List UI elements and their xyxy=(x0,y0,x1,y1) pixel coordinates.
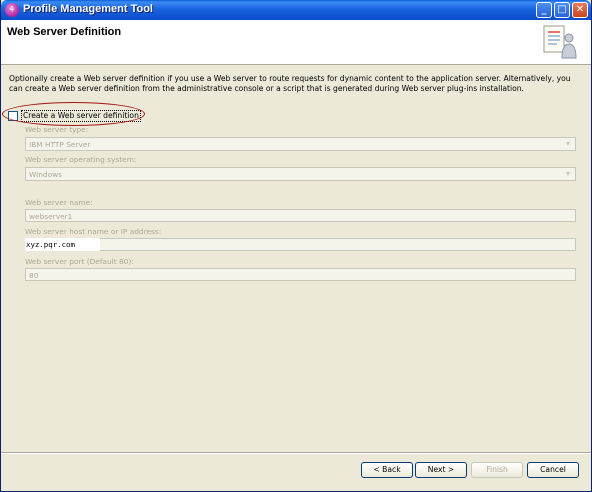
title-bar[interactable]: ⚘ Profile Management Tool _ □ ✕ xyxy=(1,0,591,20)
wizard-window: ⚘ Profile Management Tool _ □ ✕ Web Serv… xyxy=(0,0,592,492)
server-name-field[interactable]: webserver1 xyxy=(25,209,576,222)
minimize-button[interactable]: _ xyxy=(536,2,552,18)
next-button[interactable]: Next > xyxy=(415,462,467,478)
host-label: Web server host name or IP address: xyxy=(25,227,162,236)
cancel-button[interactable]: Cancel xyxy=(527,462,579,478)
chevron-down-icon[interactable]: ▾ xyxy=(562,169,574,179)
chevron-down-icon[interactable]: ▾ xyxy=(562,139,574,149)
maximize-icon: □ xyxy=(557,4,567,15)
close-icon: ✕ xyxy=(575,4,585,15)
server-name-label: Web server name: xyxy=(25,198,93,207)
port-value: 80 xyxy=(29,271,39,280)
minimize-icon: _ xyxy=(541,4,547,15)
port-label: Web server port (Default 80): xyxy=(25,257,134,266)
server-name-value: webserver1 xyxy=(29,212,73,221)
close-button[interactable]: ✕ xyxy=(572,2,588,18)
host-field[interactable] xyxy=(25,238,576,251)
create-web-server-checkbox-row[interactable]: Create a Web server definition xyxy=(8,110,141,122)
os-value: Windows xyxy=(29,170,62,179)
window-title: Profile Management Tool xyxy=(23,3,153,15)
create-web-server-label[interactable]: Create a Web server definition xyxy=(21,110,141,122)
page-title: Web Server Definition xyxy=(7,26,122,38)
os-label: Web server operating system: xyxy=(25,155,137,164)
os-select[interactable]: Windows ▾ xyxy=(25,167,576,181)
app-icon: ⚘ xyxy=(5,3,19,17)
host-value[interactable]: xyz.pqr.com xyxy=(25,238,100,251)
create-web-server-checkbox[interactable] xyxy=(8,111,18,121)
server-type-label: Web server type: xyxy=(25,125,89,134)
maximize-button[interactable]: □ xyxy=(554,2,570,18)
finish-button[interactable]: Finish xyxy=(471,462,523,478)
server-type-value: IBM HTTP Server xyxy=(29,140,91,149)
wizard-header: Web Server Definition xyxy=(1,20,591,65)
wizard-document-person-icon xyxy=(543,25,577,59)
back-button[interactable]: < Back xyxy=(361,462,413,478)
server-type-select[interactable]: IBM HTTP Server ▾ xyxy=(25,137,576,151)
port-field[interactable]: 80 xyxy=(25,268,576,281)
button-separator xyxy=(1,452,591,454)
page-description: Optionally create a Web server definitio… xyxy=(9,74,571,93)
